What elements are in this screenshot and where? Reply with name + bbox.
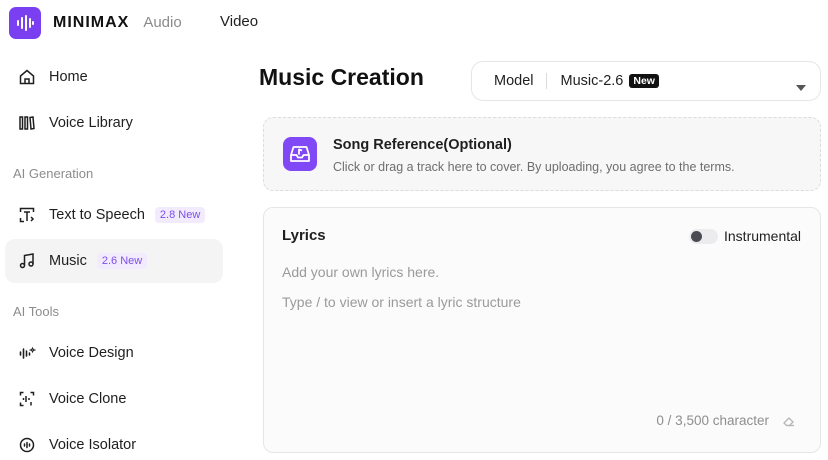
waveform-logo-icon bbox=[9, 6, 41, 39]
lyrics-title: Lyrics bbox=[282, 227, 326, 244]
section-label-ai-generation: AI Generation bbox=[13, 166, 94, 181]
voice-isolator-icon bbox=[18, 436, 36, 454]
sidebar-item-label: Voice Clone bbox=[49, 391, 127, 407]
brand-name: MINIMAX bbox=[53, 13, 130, 31]
text-to-speech-icon bbox=[18, 206, 36, 224]
music-note-icon bbox=[18, 252, 36, 270]
eraser-icon[interactable] bbox=[782, 414, 796, 433]
instrumental-label: Instrumental bbox=[724, 228, 802, 244]
lyrics-editor[interactable]: Lyrics Instrumental Add your own lyrics … bbox=[263, 207, 821, 453]
model-select[interactable]: Model Music-2.6 New bbox=[471, 61, 821, 101]
sidebar-item-label: Voice Library bbox=[49, 115, 133, 131]
divider bbox=[545, 73, 547, 89]
model-label: Model bbox=[494, 73, 534, 89]
song-reference-title: Song Reference(Optional) bbox=[333, 137, 512, 153]
section-label-ai-tools: AI Tools bbox=[13, 304, 60, 319]
instrumental-toggle[interactable] bbox=[689, 229, 718, 244]
sidebar-item-label: Home bbox=[49, 69, 88, 85]
version-badge: 2.8 New bbox=[154, 207, 206, 223]
upload-tray-icon bbox=[283, 137, 317, 171]
brand-sub-label[interactable]: Audio bbox=[143, 14, 181, 31]
home-icon bbox=[18, 68, 36, 86]
voice-clone-icon bbox=[18, 390, 36, 408]
voice-design-icon bbox=[18, 344, 36, 362]
sidebar-item-label: Text to Speech bbox=[49, 207, 145, 223]
character-count: 0 / 3,500 character bbox=[656, 413, 769, 428]
caret-down-icon bbox=[796, 78, 806, 96]
sidebar-item-voice-design[interactable]: Voice Design bbox=[5, 331, 223, 375]
lyrics-placeholder[interactable]: Add your own lyrics here. bbox=[282, 264, 439, 280]
sidebar-item-voice-library[interactable]: Voice Library bbox=[5, 101, 223, 145]
sidebar-item-label: Music bbox=[49, 253, 87, 269]
sidebar-item-music[interactable]: Music 2.6 New bbox=[5, 239, 223, 283]
song-reference-dropzone[interactable]: Song Reference(Optional) Click or drag a… bbox=[263, 117, 821, 191]
library-icon bbox=[18, 114, 36, 132]
nav-video-link[interactable]: Video bbox=[220, 13, 258, 30]
song-reference-description: Click or drag a track here to cover. By … bbox=[333, 160, 735, 174]
sidebar-item-label: Voice Isolator bbox=[49, 437, 137, 453]
app-logo[interactable]: MINIMAX Audio bbox=[9, 6, 182, 39]
sidebar-item-text-to-speech[interactable]: Text to Speech 2.8 New bbox=[5, 193, 223, 237]
toggle-knob bbox=[691, 231, 702, 242]
sidebar-item-label: Voice Design bbox=[49, 345, 134, 361]
sidebar-item-voice-isolator[interactable]: Voice Isolator bbox=[5, 423, 223, 460]
page-title: Music Creation bbox=[259, 64, 424, 90]
new-tag: New bbox=[629, 74, 659, 88]
sidebar-item-voice-clone[interactable]: Voice Clone bbox=[5, 377, 223, 421]
sidebar-item-home[interactable]: Home bbox=[5, 55, 223, 99]
version-badge: 2.6 New bbox=[96, 253, 148, 269]
model-value: Music-2.6 bbox=[560, 73, 624, 89]
lyrics-hint: Type / to view or insert a lyric structu… bbox=[282, 294, 521, 310]
